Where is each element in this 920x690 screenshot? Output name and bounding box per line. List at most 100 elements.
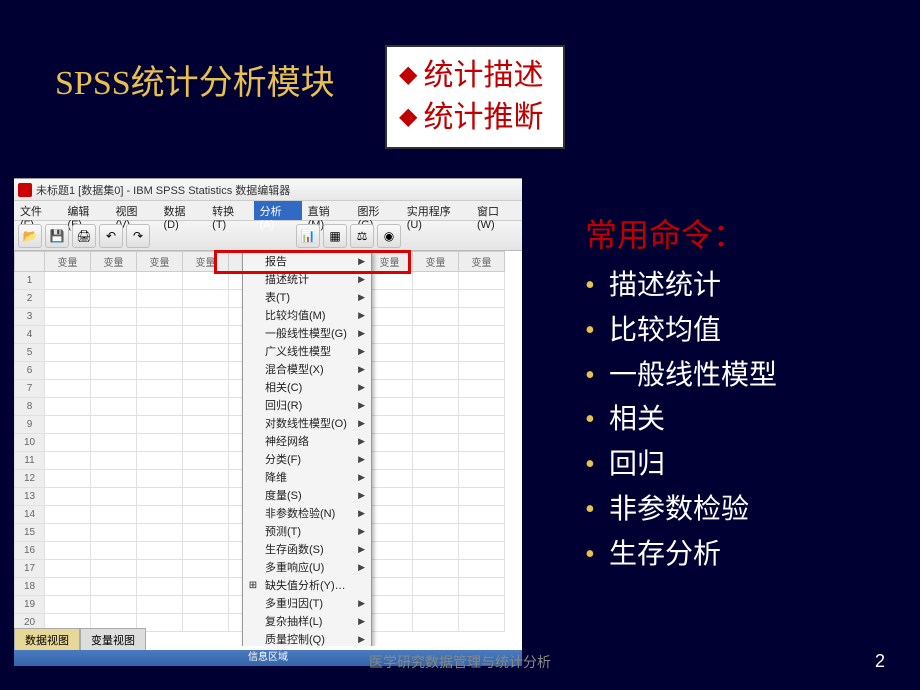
command-list: 描述统计 比较均值 一般线性模型 相关 回归 非参数检验 生存分析 xyxy=(585,264,777,578)
missing-icon: ⊞ xyxy=(246,578,260,592)
submenu-arrow-icon: ▶ xyxy=(358,364,365,375)
menu-quality[interactable]: 质量控制(Q)▶ xyxy=(243,630,371,646)
col-header[interactable]: 变量 xyxy=(91,252,137,272)
tab-variable-view[interactable]: 变量视图 xyxy=(80,628,146,650)
submenu-arrow-icon: ▶ xyxy=(358,346,365,357)
data-grid[interactable]: 变量 变量 变量 变量 变量 变量 变量 变量 变量 变量 1 2 3 4 5 … xyxy=(14,251,522,646)
chart-icon[interactable]: 📊 xyxy=(296,224,320,248)
menu-direct[interactable]: 直销(M) xyxy=(302,201,352,220)
col-header[interactable]: 变量 xyxy=(183,252,229,272)
row-num[interactable]: 8 xyxy=(15,398,45,416)
row-num[interactable]: 13 xyxy=(15,488,45,506)
scale-icon[interactable]: ⚖ xyxy=(350,224,374,248)
submenu-arrow-icon: ▶ xyxy=(358,292,365,303)
row-num[interactable]: 19 xyxy=(15,596,45,614)
row-num[interactable]: 12 xyxy=(15,470,45,488)
misc-icon[interactable]: ◉ xyxy=(377,224,401,248)
menu-descriptives[interactable]: 描述统计▶ xyxy=(243,270,371,288)
row-num[interactable]: 3 xyxy=(15,308,45,326)
row-num[interactable]: 14 xyxy=(15,506,45,524)
row-num[interactable]: 7 xyxy=(15,380,45,398)
menu-regression[interactable]: 回归(R)▶ xyxy=(243,396,371,414)
menu-correlate[interactable]: 相关(C)▶ xyxy=(243,378,371,396)
submenu-arrow-icon: ▶ xyxy=(358,616,365,627)
row-num[interactable]: 10 xyxy=(15,434,45,452)
menu-graphs[interactable]: 图形(G) xyxy=(351,201,400,220)
submenu-arrow-icon: ▶ xyxy=(358,634,365,645)
menubar[interactable]: 文件(F) 编辑(E) 视图(V) 数据(D) 转换(T) 分析(A) 直销(M… xyxy=(14,201,522,221)
row-num[interactable]: 11 xyxy=(15,452,45,470)
menu-window[interactable]: 窗口(W) xyxy=(471,201,522,220)
list-item: 回归 xyxy=(585,443,777,488)
menu-neural[interactable]: 神经网络▶ xyxy=(243,432,371,450)
menu-forecast[interactable]: 预测(T)▶ xyxy=(243,522,371,540)
row-num[interactable]: 18 xyxy=(15,578,45,596)
corner-cell xyxy=(15,252,45,272)
diamond-icon: ◆ xyxy=(399,59,417,93)
open-icon[interactable]: 📂 xyxy=(18,224,42,248)
menu-compare-means[interactable]: 比较均值(M)▶ xyxy=(243,306,371,324)
undo-icon[interactable]: ↷ xyxy=(126,224,150,248)
stats-text-1: 统计描述 xyxy=(423,55,543,97)
window-titlebar: 未标题1 [数据集0] - IBM SPSS Statistics 数据编辑器 xyxy=(14,179,522,201)
row-num[interactable]: 9 xyxy=(15,416,45,434)
row-num[interactable]: 6 xyxy=(15,362,45,380)
diamond-icon: ◆ xyxy=(399,101,417,135)
menu-reduction[interactable]: 降维▶ xyxy=(243,468,371,486)
grid-icon[interactable]: ▦ xyxy=(323,224,347,248)
menu-loglinear[interactable]: 对数线性模型(O)▶ xyxy=(243,414,371,432)
menu-scale[interactable]: 度量(S)▶ xyxy=(243,486,371,504)
menu-view[interactable]: 视图(V) xyxy=(109,201,157,220)
row-num[interactable]: 2 xyxy=(15,290,45,308)
menu-nonparametric[interactable]: 非参数检验(N)▶ xyxy=(243,504,371,522)
menu-complex-samples[interactable]: 复杂抽样(L)▶ xyxy=(243,612,371,630)
menu-missing[interactable]: ⊞缺失值分析(Y)… xyxy=(243,576,371,594)
slide-title: SPSS统计分析模块 xyxy=(55,55,335,104)
recall-icon[interactable]: ↶ xyxy=(99,224,123,248)
col-header[interactable]: 变量 xyxy=(413,252,459,272)
tab-data-view[interactable]: 数据视图 xyxy=(14,628,80,650)
menu-utilities[interactable]: 实用程序(U) xyxy=(401,201,471,220)
col-header[interactable]: 变量 xyxy=(137,252,183,272)
menu-mixed[interactable]: 混合模型(X)▶ xyxy=(243,360,371,378)
submenu-arrow-icon: ▶ xyxy=(358,418,365,429)
stats-item-2: ◆ 统计推断 xyxy=(399,97,543,139)
menu-multiresponse[interactable]: 多重响应(U)▶ xyxy=(243,558,371,576)
submenu-arrow-icon: ▶ xyxy=(358,598,365,609)
menu-report[interactable]: 报告▶ xyxy=(243,252,371,270)
menu-multiple-imputation[interactable]: 多重归因(T)▶ xyxy=(243,594,371,612)
menu-classify[interactable]: 分类(F)▶ xyxy=(243,450,371,468)
view-tabs[interactable]: 数据视图 变量视图 xyxy=(14,628,146,650)
menu-generalized[interactable]: 广义线性模型▶ xyxy=(243,342,371,360)
list-item: 非参数检验 xyxy=(585,488,777,533)
menu-edit[interactable]: 编辑(E) xyxy=(61,201,109,220)
submenu-arrow-icon: ▶ xyxy=(358,310,365,321)
menu-survival[interactable]: 生存函数(S)▶ xyxy=(243,540,371,558)
print-icon[interactable]: 🖨 xyxy=(72,224,96,248)
menu-transform[interactable]: 转换(T) xyxy=(206,201,253,220)
save-icon[interactable]: 💾 xyxy=(45,224,69,248)
analyze-dropdown[interactable]: 报告▶ 描述统计▶ 表(T)▶ 比较均值(M)▶ 一般线性模型(G)▶ 广义线性… xyxy=(242,251,372,646)
col-header[interactable]: 变量 xyxy=(45,252,91,272)
row-num[interactable]: 1 xyxy=(15,272,45,290)
menu-glm[interactable]: 一般线性模型(G)▶ xyxy=(243,324,371,342)
menu-file[interactable]: 文件(F) xyxy=(14,201,61,220)
submenu-arrow-icon: ▶ xyxy=(358,544,365,555)
list-item: 比较均值 xyxy=(585,309,777,354)
col-header[interactable]: 变量 xyxy=(459,252,505,272)
row-num[interactable]: 16 xyxy=(15,542,45,560)
submenu-arrow-icon: ▶ xyxy=(358,328,365,339)
menu-tables[interactable]: 表(T)▶ xyxy=(243,288,371,306)
stats-box: ◆ 统计描述 ◆ 统计推断 xyxy=(385,45,565,149)
row-num[interactable]: 17 xyxy=(15,560,45,578)
submenu-arrow-icon: ▶ xyxy=(358,274,365,285)
col-header[interactable]: 变量 xyxy=(367,252,413,272)
row-num[interactable]: 4 xyxy=(15,326,45,344)
menu-data[interactable]: 数据(D) xyxy=(158,201,207,220)
list-item: 描述统计 xyxy=(585,264,777,309)
row-num[interactable]: 5 xyxy=(15,344,45,362)
submenu-arrow-icon: ▶ xyxy=(358,436,365,447)
menu-analyze[interactable]: 分析(A) xyxy=(254,201,302,220)
row-num[interactable]: 15 xyxy=(15,524,45,542)
list-item: 一般线性模型 xyxy=(585,354,777,399)
